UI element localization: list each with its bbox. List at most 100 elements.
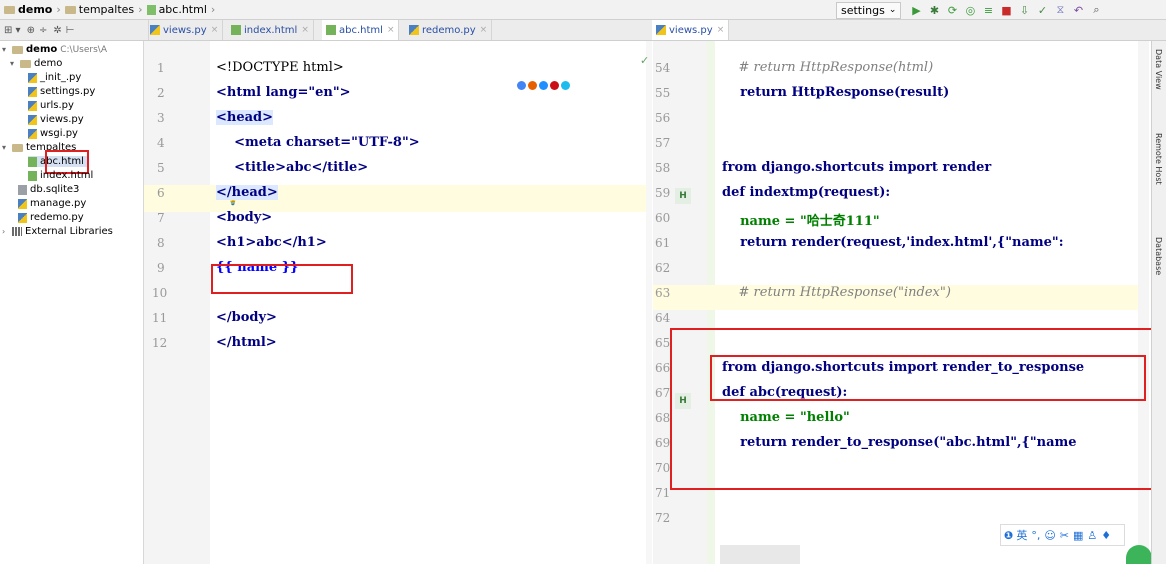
undo-icon[interactable]: ↶	[1070, 4, 1086, 17]
code-line: return HttpResponse(result)	[722, 85, 950, 100]
gutter-run-icon[interactable]: H	[675, 188, 691, 204]
horizontal-scrollbar[interactable]	[720, 545, 800, 564]
tab-index-html[interactable]: index.html ×	[227, 20, 314, 40]
tree-item-wsgi-py[interactable]: wsgi.py	[28, 128, 78, 139]
line-number: 63	[655, 286, 671, 300]
chevron-down-icon[interactable]: ▾	[10, 59, 20, 68]
code-line: <title>abc</title>	[216, 160, 369, 175]
line-number: 1	[157, 61, 165, 75]
folder-icon	[12, 45, 23, 54]
firefox-icon[interactable]	[528, 81, 537, 90]
tree-item-manage-py[interactable]: manage.py	[18, 198, 86, 209]
tree-root[interactable]: ▾ demo C:\Users\A	[2, 44, 107, 55]
breadcrumb-item-file[interactable]: abc.html	[159, 3, 207, 16]
gear-icon[interactable]: ✲	[53, 25, 61, 36]
breadcrumb-item-folder[interactable]: tempaltes	[79, 3, 134, 16]
hide-panel-icon[interactable]: ⊢	[66, 25, 75, 36]
tree-item-urls-py[interactable]: urls.py	[28, 100, 74, 111]
chevron-down-icon[interactable]: ▾	[2, 45, 12, 54]
side-panel-data-view[interactable]: Data View	[1154, 49, 1163, 90]
stop-icon[interactable]: ■	[998, 4, 1014, 17]
skin-icon: ♦	[1101, 528, 1112, 542]
breadcrumb: demo › tempaltes › abc.html ›	[4, 3, 219, 16]
python-file-icon	[150, 25, 160, 35]
wifi-icon[interactable]	[1126, 545, 1152, 564]
close-icon[interactable]: ×	[387, 25, 395, 35]
python-file-icon	[18, 198, 27, 209]
concurrency-icon[interactable]: ≡	[980, 4, 996, 17]
tree-item-demo[interactable]: ▾ demo	[10, 58, 62, 69]
ime-toolbar[interactable]: ❶ 英 °, ☺ ✂ ▦ ♙ ♦	[1000, 524, 1125, 546]
code-line: <body>	[216, 210, 273, 225]
chevron-down-icon[interactable]: ▾	[2, 143, 12, 152]
side-panel-remote-host[interactable]: Remote Host	[1154, 133, 1163, 185]
right-tool-strip: Data View Remote Host Database	[1151, 41, 1166, 564]
line-number: 66	[655, 361, 671, 375]
project-view-icon[interactable]: ⊞ ▾	[4, 25, 21, 36]
collapse-icon[interactable]: ÷	[39, 25, 47, 36]
tree-item-db-sqlite3[interactable]: db.sqlite3	[18, 184, 79, 195]
ie-icon[interactable]	[561, 81, 570, 90]
tree-item-redemo-py[interactable]: redemo.py	[18, 212, 84, 223]
safari-icon[interactable]	[539, 81, 548, 90]
code-line: # return HttpResponse("index")	[722, 285, 951, 300]
line-number: 55	[655, 86, 671, 100]
run-config-label: settings	[841, 3, 885, 17]
database-file-icon	[18, 184, 27, 195]
opera-icon[interactable]	[550, 81, 559, 90]
line-number: 70	[655, 461, 671, 475]
tree-item-views-py[interactable]: views.py	[28, 114, 84, 125]
code-line: </head>	[216, 185, 278, 200]
left-editor-gutter	[144, 41, 210, 564]
chevron-right-icon[interactable]: ›	[2, 227, 12, 236]
vcs-update-icon[interactable]: ⇩	[1016, 4, 1032, 17]
tab-redemo-py[interactable]: redemo.py ×	[405, 20, 493, 40]
breadcrumb-item-project[interactable]: demo	[18, 3, 52, 16]
close-icon[interactable]: ×	[717, 25, 725, 35]
folder-icon	[4, 5, 15, 14]
python-file-icon	[28, 72, 37, 83]
line-number: 59	[655, 186, 671, 200]
code-line: # return HttpResponse(html)	[722, 60, 934, 75]
chrome-icon[interactable]	[517, 81, 526, 90]
line-number: 2	[157, 86, 165, 100]
run-icon[interactable]: ▶	[908, 4, 924, 17]
close-icon[interactable]: ×	[301, 25, 309, 35]
line-number: 6	[157, 186, 165, 200]
tree-item-init-py[interactable]: _init_.py	[28, 72, 81, 83]
line-number: 61	[655, 236, 671, 250]
search-icon[interactable]: ⌕	[1088, 3, 1104, 17]
left-editor[interactable]	[210, 41, 647, 564]
keyboard-icon: ▦	[1073, 528, 1084, 542]
run-configuration-select[interactable]: settings ⌄	[836, 1, 902, 19]
tab-abc-html[interactable]: abc.html ×	[322, 20, 400, 40]
code-line: </body>	[216, 310, 277, 325]
tab-views-py-right[interactable]: views.py ×	[652, 20, 730, 40]
emoji-icon: ☺	[1044, 528, 1056, 542]
tree-item-index-html[interactable]: index.html	[28, 170, 93, 181]
close-icon[interactable]: ×	[211, 25, 219, 35]
code-line: name = "哈士奇111"	[722, 214, 880, 229]
profile-icon[interactable]: ◎	[962, 4, 978, 17]
vcs-commit-icon[interactable]: ✓	[1034, 4, 1050, 17]
side-panel-database[interactable]: Database	[1154, 237, 1163, 275]
tree-item-external-libraries[interactable]: › External Libraries	[2, 226, 113, 237]
folder-icon	[20, 59, 31, 68]
highlight-box-import	[710, 355, 1146, 401]
highlight-box-template-var	[211, 264, 353, 294]
ime-mode-icon: 英	[1016, 529, 1028, 542]
line-number: 10	[152, 286, 168, 300]
close-icon[interactable]: ×	[480, 25, 488, 35]
tree-item-settings-py[interactable]: settings.py	[28, 86, 95, 97]
left-editor-scrollbar[interactable]	[646, 41, 652, 564]
sync-icon[interactable]: ⊕	[27, 25, 35, 36]
tab-views-py[interactable]: views.py ×	[146, 20, 224, 40]
html-file-icon	[326, 25, 336, 35]
line-number: 56	[655, 111, 671, 125]
line-number: 3	[157, 111, 165, 125]
debug-icon[interactable]: ✱	[926, 4, 942, 17]
vcs-history-icon[interactable]: ⧖	[1052, 3, 1068, 17]
code-line: def indextmp(request):	[722, 185, 891, 200]
line-number: 67	[655, 386, 671, 400]
coverage-icon[interactable]: ⟳	[944, 4, 960, 17]
